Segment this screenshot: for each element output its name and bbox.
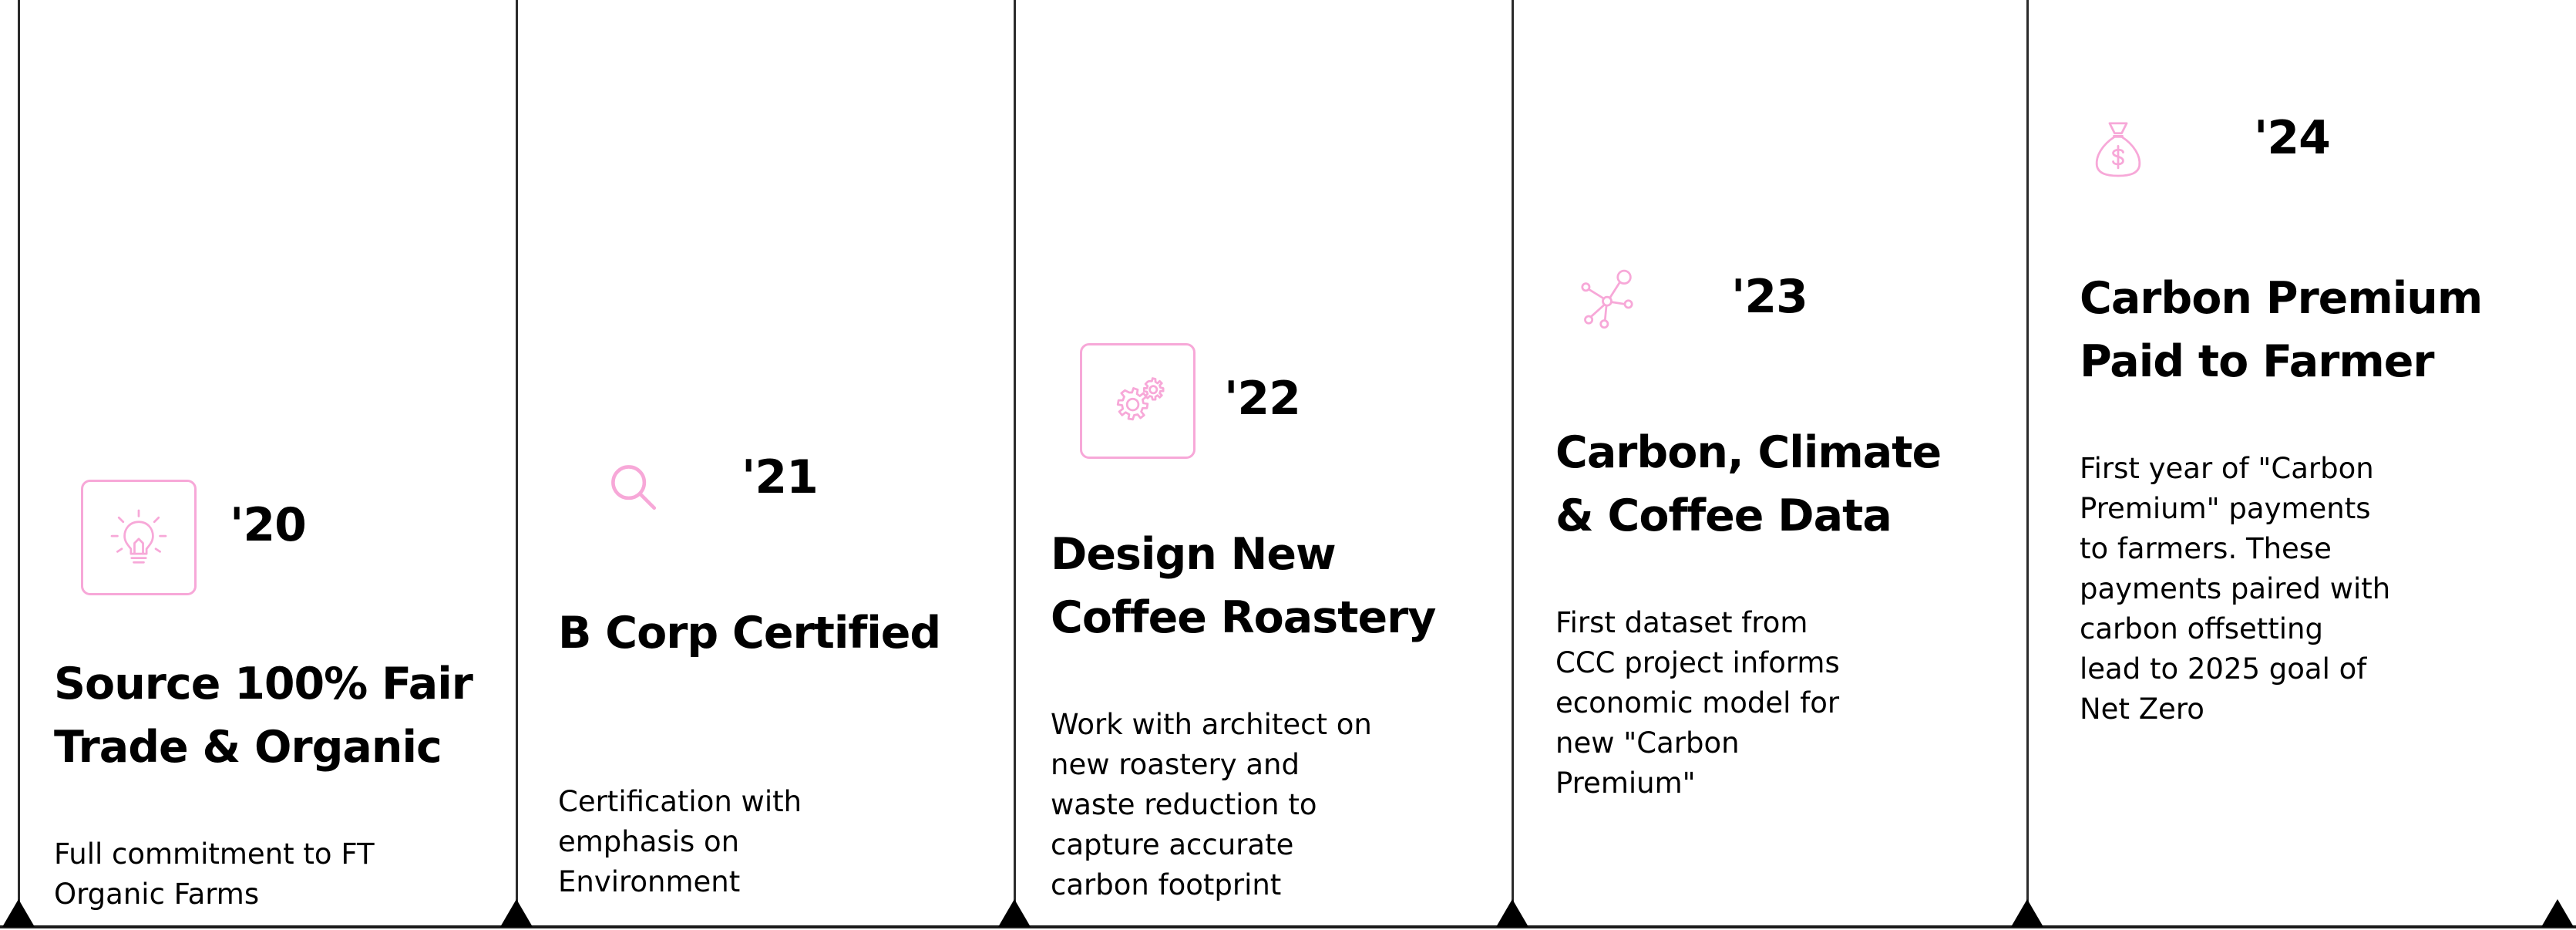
milestone-2023: '23 Carbon, Climate & Coffee Data First … [1514,0,2023,925]
milestone-year: '24 [2254,111,2331,165]
money-bag-icon [2060,91,2176,207]
milestone-description: First year of "Carbon Premium" payments … [2080,452,2391,726]
milestone-2020: '20 Source 100% Fair Trade & Organic Ful… [0,0,509,925]
milestone-year: '23 [1731,270,1808,324]
timeline: '20 Source 100% Fair Trade & Organic Ful… [0,0,2576,930]
network-icon [1549,241,1665,356]
milestone-description: First dataset from CCC project informs e… [1555,606,1840,800]
milestone-title: B Corp Certified [558,608,941,659]
lightbulb-icon [81,480,197,595]
milestone-description: Work with architect on new roastery and … [1051,708,1372,901]
search-icon [577,430,692,546]
milestone-2024: '24 Carbon Premium Paid to Farmer First … [2029,0,2553,925]
milestone-title: Source 100% Fair Trade & Organic [54,659,473,773]
milestone-description: Full commitment to FT Organic Farms [54,837,375,911]
milestone-description: Certification with emphasis on Environme… [558,785,802,898]
milestone-year: '21 [742,450,819,504]
milestone-title: Carbon Premium Paid to Farmer [2080,273,2483,387]
gears-icon [1080,343,1196,459]
milestone-2021: '21 B Corp Certified Certification with … [518,0,1011,925]
milestone-year: '22 [1224,372,1301,426]
milestone-year: '20 [230,498,307,552]
milestone-title: Design New Coffee Roastery [1051,529,1436,643]
milestone-2022: '22 Design New Coffee Roastery Work with… [1016,0,1509,925]
timeline-baseline [0,925,2576,928]
milestone-title: Carbon, Climate & Coffee Data [1555,427,1942,541]
